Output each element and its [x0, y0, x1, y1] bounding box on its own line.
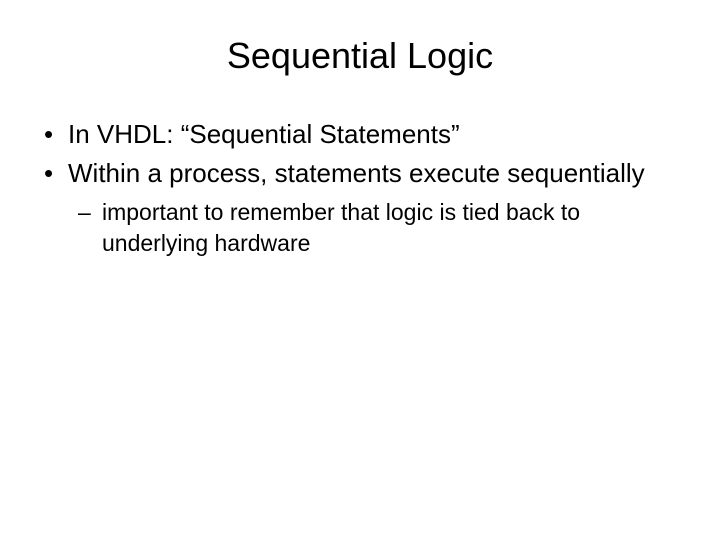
sub-bullet-item: important to remember that logic is tied… [40, 197, 680, 259]
bullet-item: In VHDL: “Sequential Statements” [40, 117, 680, 152]
slide-title: Sequential Logic [40, 35, 680, 77]
bullet-item: Within a process, statements execute seq… [40, 156, 680, 191]
bullet-list: In VHDL: “Sequential Statements” Within … [40, 117, 680, 259]
